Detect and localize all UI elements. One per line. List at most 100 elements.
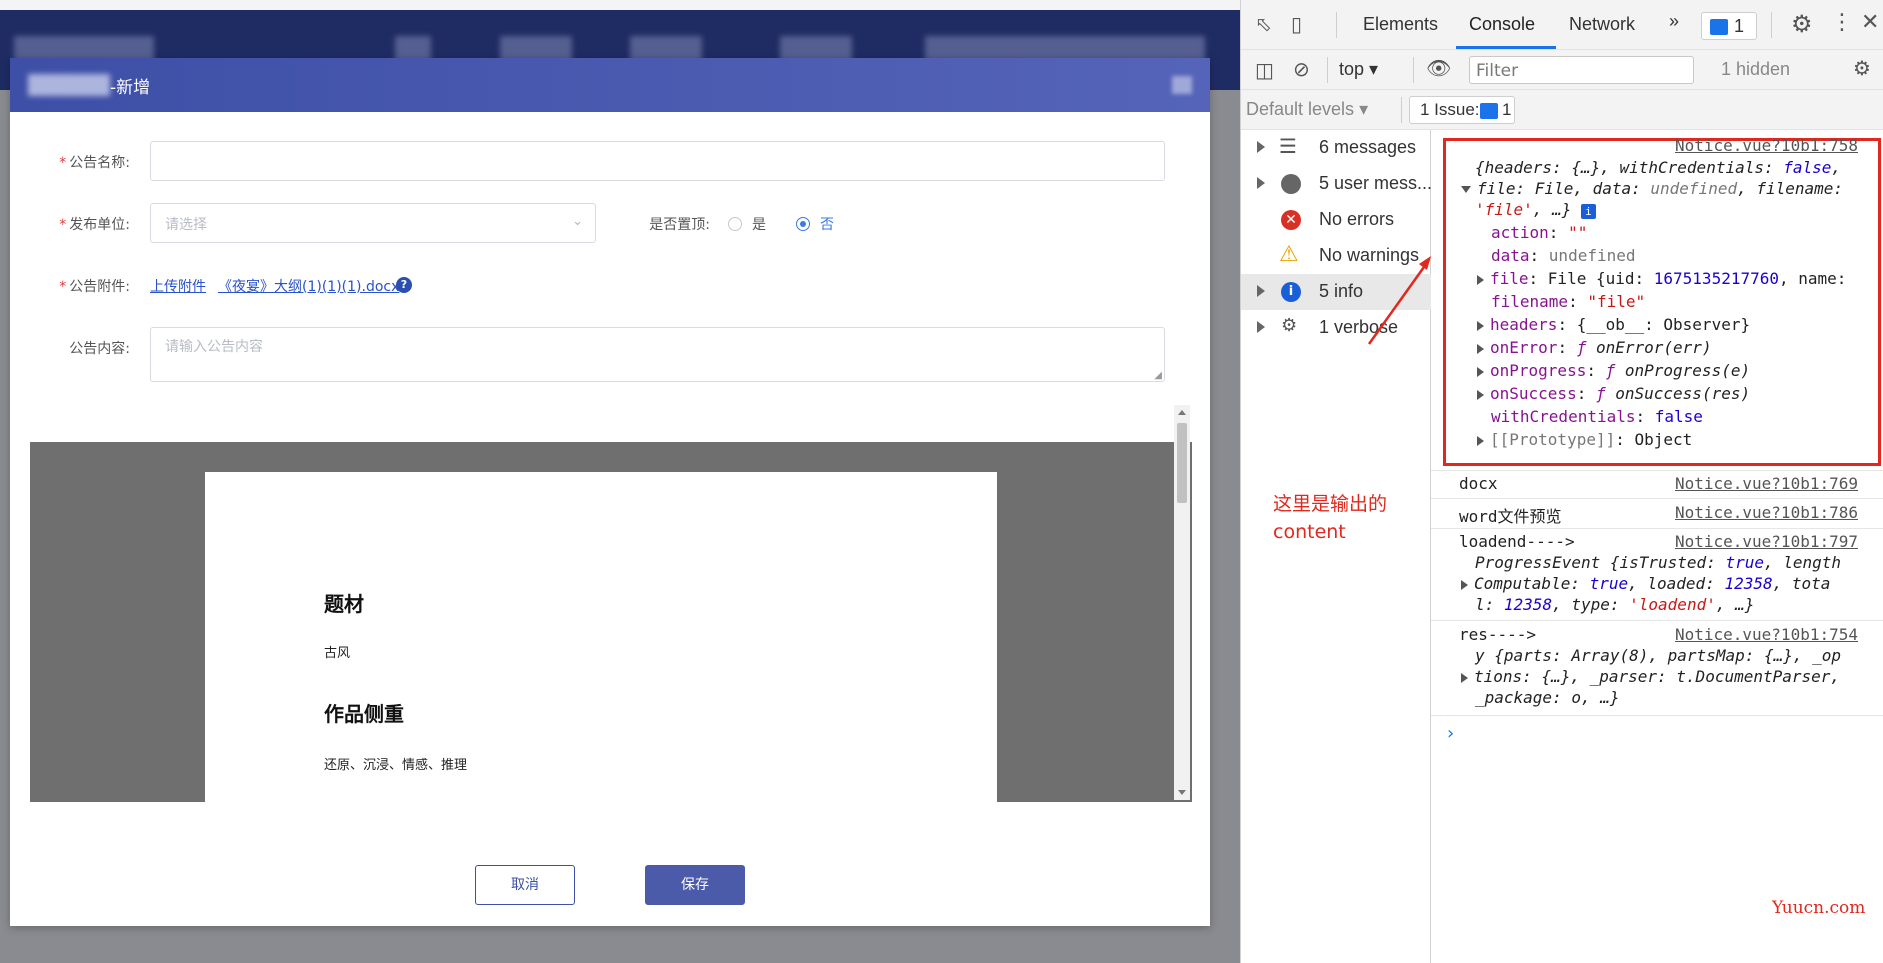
arrow-line (1367, 259, 1431, 345)
separator (1413, 57, 1414, 83)
name-label: * 公告名称: (10, 152, 130, 172)
separator (1771, 12, 1772, 38)
log-source-link[interactable]: Notice.vue?10b1:769 (1675, 474, 1858, 493)
issues-label: 1 Issue: (1420, 100, 1480, 119)
help-icon[interactable]: ? (396, 277, 412, 293)
prop-onerror[interactable]: onError: ƒ onError(err) (1477, 338, 1712, 357)
close-icon[interactable] (1172, 76, 1192, 94)
log-source-link[interactable]: Notice.vue?10b1:797 (1675, 532, 1858, 551)
top-no-label[interactable]: 否 (820, 214, 834, 234)
upload-attachment-link[interactable]: 上传附件 (150, 276, 206, 296)
context-select[interactable]: top ▾ (1339, 59, 1378, 80)
issues-button[interactable]: 1 Issue: 1 (1409, 96, 1515, 124)
sidebar-toggle-icon[interactable]: ◫ (1255, 60, 1274, 80)
cancel-button[interactable]: 取消 (475, 865, 575, 905)
prop-filename: filename: "file" (1491, 292, 1646, 311)
top-label: 是否置顶: (649, 217, 710, 233)
preview-scrollbar[interactable] (1174, 405, 1190, 800)
save-button[interactable]: 保存 (645, 865, 745, 905)
content-label: 公告内容: (69, 341, 130, 357)
filter-placeholder: Filter (1476, 61, 1519, 81)
doc-heading-1: 题材 (324, 592, 364, 616)
log-text-docx: docx (1459, 474, 1498, 493)
log-text-word-preview: word文件预览 (1459, 507, 1562, 526)
log-object-summary-1: {headers: {…}, withCredentials: false, (1475, 158, 1842, 177)
info-icon: i (1580, 204, 1596, 219)
notice-name-input[interactable] (150, 141, 1165, 181)
default-levels-select[interactable]: Default levels ▾ (1246, 99, 1368, 120)
default-levels-label: Default levels (1246, 99, 1355, 119)
clear-console-icon[interactable]: ⊘ (1293, 59, 1310, 79)
prop-data: data: undefined (1491, 246, 1636, 265)
top-no-radio[interactable] (796, 217, 810, 231)
name-label-text: 公告名称: (69, 155, 130, 171)
context-value: top (1339, 59, 1365, 79)
console-filter-input[interactable]: Filter (1469, 56, 1694, 84)
inspect-element-icon[interactable]: ⬁ (1255, 14, 1272, 34)
arrow-head (1419, 256, 1431, 270)
word-preview-area[interactable]: 题材 古风 作品侧重 还原、沉浸、情感、推理 (30, 442, 1192, 802)
notice-content-textarea[interactable]: 请输入公告内容 ◢ (150, 327, 1165, 382)
console-log: Notice.vue?10b1:758 {headers: {…}, withC… (1431, 130, 1883, 963)
scrollbar-thumb[interactable] (1177, 423, 1187, 503)
issues-count: 1 (1502, 100, 1512, 119)
chevron-down-icon: ⌄ (572, 214, 583, 229)
console-toolbar: ◫ ⊘ top ▾ 👁 Filter 1 hidden ⚙ (1241, 50, 1883, 90)
prop-onsuccess[interactable]: onSuccess: ƒ onSuccess(res) (1477, 384, 1750, 403)
scroll-down-icon[interactable] (1178, 790, 1186, 795)
dialog-title-redacted (28, 74, 110, 96)
log-source-link[interactable]: Notice.vue?10b1:786 (1675, 503, 1858, 522)
required-mark: * (59, 217, 67, 233)
tab-console[interactable]: Console (1469, 14, 1535, 35)
attach-label: * 公告附件: (10, 276, 130, 296)
console-prompt-input[interactable]: › (1445, 723, 1456, 744)
tab-elements[interactable]: Elements (1363, 14, 1438, 35)
prop-file[interactable]: file: File {uid: 1675135217760, name: (1477, 269, 1846, 288)
expand-arrow-icon[interactable] (1477, 366, 1484, 377)
unit-label: * 发布单位: (10, 214, 130, 234)
top-yes-label[interactable]: 是 (752, 214, 766, 234)
top-yes-radio[interactable] (728, 217, 742, 231)
log-res-object-2[interactable]: tions: {…}, _parser: t.DocumentParser, (1461, 667, 1840, 686)
more-options-icon[interactable]: ⋮ (1831, 12, 1853, 34)
more-tabs-icon[interactable]: » (1669, 11, 1679, 32)
message-icon (1710, 19, 1728, 35)
expand-arrow-icon[interactable] (1477, 389, 1484, 400)
eye-icon[interactable]: 👁 (1426, 58, 1451, 78)
close-devtools-icon[interactable]: ✕ (1861, 12, 1879, 34)
log-object-summary-3: 'file', …} i (1475, 200, 1596, 219)
log-object-summary-2[interactable]: file: File, data: undefined, filename: (1461, 179, 1843, 198)
expand-arrow-icon[interactable] (1461, 672, 1468, 683)
prop-withcredentials: withCredentials: false (1491, 407, 1703, 426)
required-mark: * (59, 279, 67, 295)
expand-arrow-icon[interactable] (1461, 579, 1468, 590)
expand-arrow-icon[interactable] (1477, 320, 1484, 331)
expand-arrow-icon[interactable] (1477, 274, 1484, 285)
attachment-file-link[interactable]: 《夜宴》大纲(1)(1)(1).docx (218, 276, 399, 296)
issue-icon (1480, 103, 1498, 119)
log-separator (1431, 528, 1883, 529)
publish-unit-select[interactable]: 请选择 ⌄ (150, 203, 596, 243)
separator (1327, 57, 1328, 83)
log-source-link[interactable]: Notice.vue?10b1:758 (1675, 136, 1858, 155)
web-app: -新增 * 公告名称: * 发布单位: 请选择 ⌄ 是否置顶: 是 否 * 公告… (0, 0, 1240, 963)
prop-onprogress[interactable]: onProgress: ƒ onProgress(e) (1477, 361, 1750, 380)
expand-arrow-icon[interactable] (1477, 343, 1484, 354)
collapse-arrow-icon[interactable] (1461, 186, 1471, 193)
message-count: 1 (1734, 16, 1745, 36)
tab-network[interactable]: Network (1569, 14, 1635, 35)
prop-prototype[interactable]: [[Prototype]]: Object (1477, 430, 1692, 449)
console-settings-icon[interactable]: ⚙ (1853, 58, 1871, 78)
message-badge[interactable]: 1 (1701, 12, 1757, 40)
gear-icon[interactable]: ⚙ (1791, 12, 1813, 36)
log-progress-event-2[interactable]: Computable: true, loaded: 12358, tota (1461, 574, 1830, 593)
log-source-link[interactable]: Notice.vue?10b1:754 (1675, 625, 1858, 644)
log-progress-event-3: l: 12358, type: 'loadend', …} (1475, 595, 1755, 614)
expand-arrow-icon[interactable] (1477, 435, 1484, 446)
prop-headers[interactable]: headers: {__ob__: Observer} (1477, 315, 1750, 334)
scroll-up-icon[interactable] (1178, 410, 1186, 415)
separator (1336, 12, 1337, 38)
device-toolbar-icon[interactable]: ▯ (1291, 14, 1302, 34)
document-page: 题材 古风 作品侧重 还原、沉浸、情感、推理 (205, 472, 997, 802)
console-levels-bar: Default levels ▾ 1 Issue: 1 (1241, 90, 1883, 130)
